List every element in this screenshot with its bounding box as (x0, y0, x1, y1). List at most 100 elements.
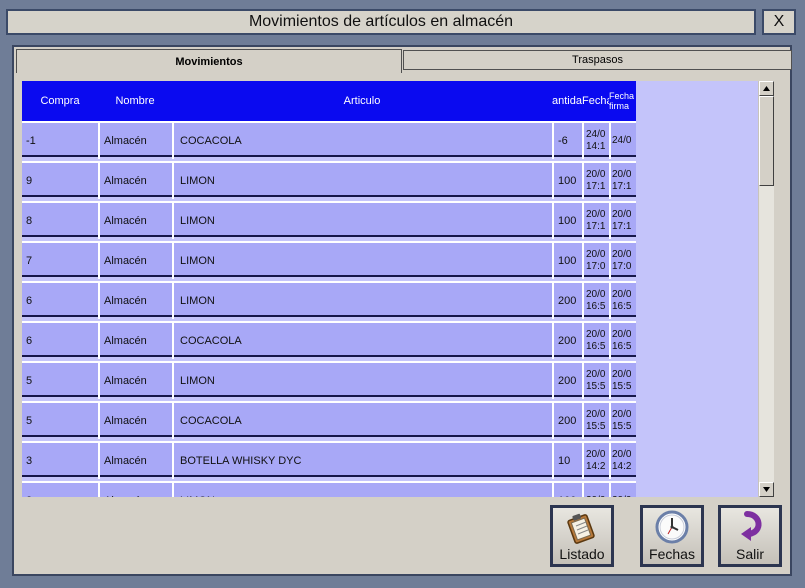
salir-button[interactable]: Salir (718, 505, 782, 567)
cell-cantidad: 200 (552, 363, 582, 399)
cell-fecha: 20/0 15:5 (582, 403, 609, 439)
cell-nombre: Almacén (98, 243, 172, 279)
cell-compra: 2 (22, 483, 98, 497)
cell-compra: -1 (26, 135, 36, 147)
scroll-down-button[interactable] (759, 482, 774, 497)
cell-nombre: Almacén (98, 203, 172, 239)
exit-arrow-icon (730, 508, 770, 546)
table-row[interactable]: 3 Almacén BOTELLA WHISKY DYC 10 20/0 14:2 20/… (22, 441, 636, 479)
listado-button[interactable]: Listado (550, 505, 614, 567)
cell-fecha: 20/0 17:1 (582, 163, 609, 199)
cell-fecha: 20/0 15:5 (582, 363, 609, 399)
column-header-fecha-firma[interactable]: Fecha firma (609, 81, 636, 121)
cell-articulo: LIMON (172, 163, 552, 199)
cell-fecha-firma: 20/0 17:1 (609, 163, 636, 199)
cell-fecha: 20/0 14:2 (582, 443, 609, 479)
table-row[interactable]: 9 Almacén LIMON 100 20/0 17:1 20/0 17:1 (22, 161, 636, 199)
cell-fecha-firma: 20/0 16:5 (609, 323, 636, 359)
movements-grid-area: Compra Nombre Articulo antida Fecha Fech… (22, 81, 770, 497)
cell-fecha-firma: 20/0 17:0 (609, 243, 636, 279)
cell-articulo: LIMON (172, 203, 552, 239)
table-row[interactable]: 8 Almacén LIMON 100 20/0 17:1 20/0 17:1 (22, 201, 636, 239)
column-header-articulo[interactable]: Articulo (172, 81, 552, 121)
cell-fecha-firma: 20/0 15:5 (609, 363, 636, 399)
cell-fecha-firma: 20/0 15:5 (609, 403, 636, 439)
cell-fecha-firma: 20/0 14:2 (609, 443, 636, 479)
column-header-compra[interactable]: Compra (22, 81, 98, 121)
cell-fecha: 20/0 16:5 (582, 283, 609, 319)
cell-cantidad: 100 (552, 483, 582, 497)
cell-compra: 6 (26, 295, 33, 307)
table-row[interactable]: 6 Almacén LIMON 200 20/0 16:5 20/0 16:5 (22, 281, 636, 319)
cell-nombre: Almacén (98, 163, 172, 199)
clipboard-icon (562, 508, 602, 546)
cell-compra: 3 (26, 455, 33, 467)
cell-cantidad: 200 (552, 403, 582, 439)
tab-movimientos[interactable]: Movimientos (16, 49, 402, 73)
cell-fecha: 24/0 14:1 (582, 123, 609, 159)
tab-traspasos[interactable]: Traspasos (403, 50, 792, 70)
cell-fecha-firma: 20/0 16:5 (609, 283, 636, 319)
cell-articulo: BOTELLA WHISKY DYC (172, 443, 552, 479)
cell-nombre: Almacén (98, 443, 172, 479)
cell-cantidad: 100 (552, 203, 582, 239)
salir-label: Salir (735, 546, 764, 562)
close-button[interactable]: X (762, 9, 796, 35)
fechas-button[interactable]: Fechas (640, 505, 704, 567)
cell-nombre: Almacén (98, 283, 172, 319)
cell-cantidad: 10 (552, 443, 582, 479)
cell-cantidad: 200 (552, 283, 582, 319)
movements-table: Compra Nombre Articulo antida Fecha Fech… (22, 81, 636, 497)
cell-cantidad: 200 (552, 323, 582, 359)
cell-cantidad: -6 (552, 123, 582, 159)
cell-fecha: 20/0 17:1 (582, 203, 609, 239)
cell-compra: 6 (26, 335, 33, 347)
cell-fecha: 20/0 (582, 483, 609, 497)
clock-icon (652, 508, 692, 546)
cell-articulo: COCACOLA (172, 123, 552, 159)
main-panel: Movimientos Traspasos Compra Nombre Arti… (12, 45, 792, 576)
window-title: Movimientos de artículos en almacén (6, 9, 756, 35)
cell-articulo: LIMON (172, 363, 552, 399)
scroll-up-button[interactable] (759, 81, 774, 96)
cell-fecha-firma: 20/0 (609, 483, 636, 497)
table-row[interactable]: 6 Almacén COCACOLA 200 20/0 16:5 20/0 16:5 (22, 321, 636, 359)
table-row[interactable]: 5 Almacén COCACOLA 200 20/0 15:5 20/0 15:5 (22, 401, 636, 439)
column-header-nombre[interactable]: Nombre (98, 81, 172, 121)
vertical-scrollbar[interactable] (758, 81, 774, 497)
cell-nombre: Almacén (98, 363, 172, 399)
table-row[interactable]: 5 Almacén LIMON 200 20/0 15:5 20/0 15:5 (22, 361, 636, 399)
cell-articulo: LIMON (172, 483, 552, 497)
cell-fecha: 20/0 17:0 (582, 243, 609, 279)
cell-compra: 9 (26, 175, 33, 187)
cell-articulo: COCACOLA (172, 403, 552, 439)
cell-compra: 8 (26, 215, 33, 227)
tab-bar: Movimientos Traspasos (16, 49, 792, 73)
cell-fecha-firma: 20/0 17:1 (609, 203, 636, 239)
scroll-thumb[interactable] (759, 96, 774, 186)
cell-fecha-firma: 24/0 (609, 123, 636, 159)
table-row[interactable]: 2AlmacénLIMON10020/020/0 (22, 481, 636, 497)
fechas-label: Fechas (649, 546, 695, 562)
arrow-up-icon (763, 86, 770, 91)
cell-compra: 5 (26, 415, 33, 427)
arrow-down-icon (763, 487, 770, 492)
table-row[interactable]: 7 Almacén LIMON 100 20/0 17:0 20/0 17:0 (22, 241, 636, 279)
cell-cantidad: 100 (552, 163, 582, 199)
cell-fecha: 20/0 16:5 (582, 323, 609, 359)
cell-articulo: LIMON (172, 243, 552, 279)
table-row[interactable]: -1 Almacén COCACOLA -6 24/0 14:1 24/0 (22, 121, 636, 159)
table-header: Compra Nombre Articulo antida Fecha Fech… (22, 81, 636, 121)
column-header-fecha[interactable]: Fecha (582, 81, 609, 121)
cell-nombre: Almacén (98, 323, 172, 359)
cell-nombre: Almacén (98, 483, 172, 497)
cell-cantidad: 100 (552, 243, 582, 279)
cell-articulo: COCACOLA (172, 323, 552, 359)
cell-compra: 5 (26, 375, 33, 387)
cell-nombre: Almacén (98, 403, 172, 439)
cell-articulo: LIMON (172, 283, 552, 319)
main-window: Movimientos de artículos en almacén X Mo… (0, 0, 805, 588)
listado-label: Listado (559, 546, 605, 562)
column-header-cantidad[interactable]: antida (552, 81, 582, 121)
cell-nombre: Almacén (98, 123, 172, 159)
